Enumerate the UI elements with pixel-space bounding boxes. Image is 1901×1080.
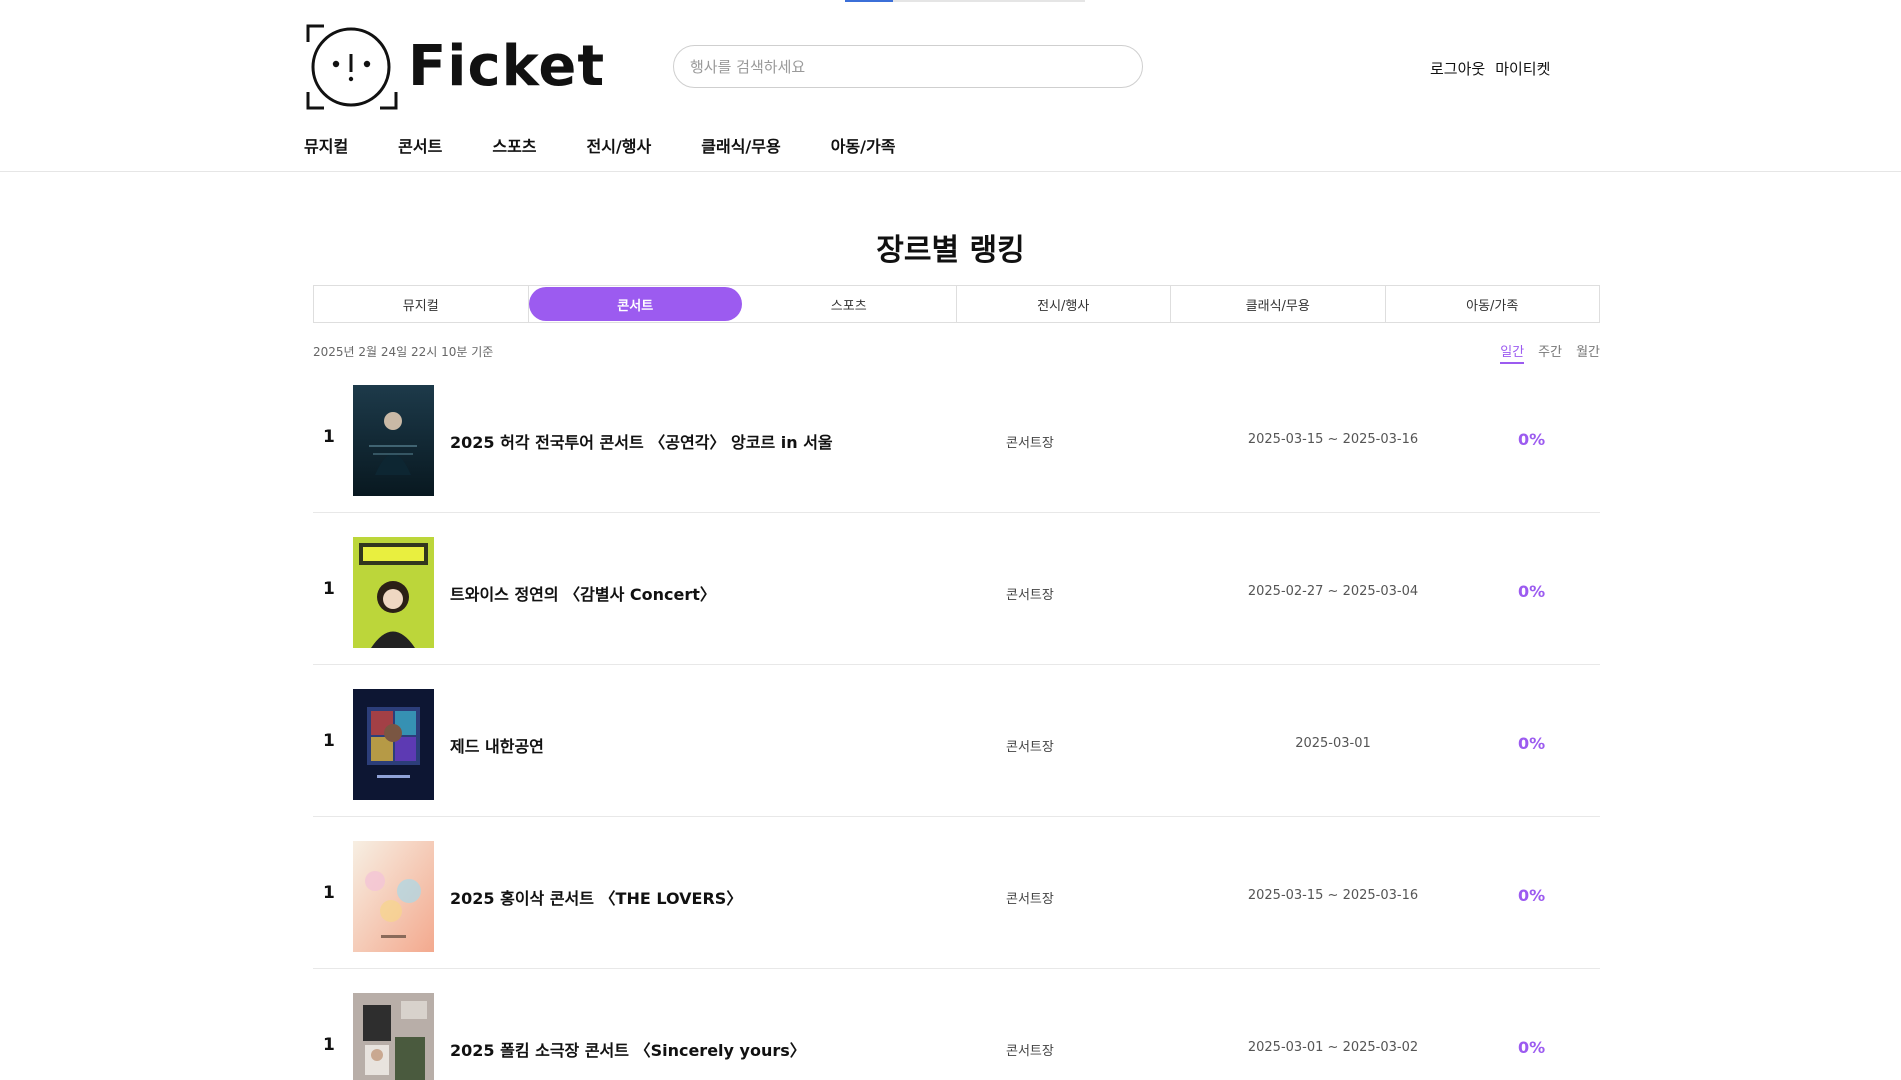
ranking-row[interactable]: 1 트와이스 정연의 〈감별사 Concert〉 콘서트장 2025-02-27…: [313, 513, 1600, 665]
rank-number: 1: [323, 883, 335, 903]
genre-tabs: 뮤지컬 콘서트 스포츠 전시/행사 클래식/무용 아동/가족: [313, 285, 1600, 323]
rank-number: 1: [323, 427, 335, 447]
search-input[interactable]: [674, 46, 1142, 87]
event-date: 2025-02-27 ~ 2025-03-04: [1247, 584, 1419, 599]
booking-rate: 0%: [1518, 582, 1546, 601]
booking-rate: 0%: [1518, 430, 1546, 449]
event-poster[interactable]: [353, 689, 434, 800]
nav-item-sports[interactable]: 스포츠: [492, 133, 536, 157]
event-title[interactable]: 2025 폴킴 소극장 콘서트 〈Sincerely yours〉: [450, 1037, 806, 1061]
rank-number: 1: [323, 731, 335, 751]
ranking-row[interactable]: 1 제드 내한공연 콘서트장 2025-03-01 0%: [313, 665, 1600, 817]
rank-number: 1: [323, 1035, 335, 1055]
event-date: 2025-03-15 ~ 2025-03-16: [1247, 888, 1419, 903]
event-title[interactable]: 제드 내한공연: [450, 733, 544, 757]
ranking-row[interactable]: 1 2025 허각 전국투어 콘서트 〈공연각〉 앙코르 in 서울 콘서트장 …: [313, 361, 1600, 513]
event-title[interactable]: 2025 허각 전국투어 콘서트 〈공연각〉 앙코르 in 서울: [450, 429, 833, 453]
event-date: 2025-03-01 ~ 2025-03-02: [1247, 1040, 1419, 1055]
nav-item-classic[interactable]: 클래식/무용: [701, 133, 780, 157]
ranking-list: 1 2025 허각 전국투어 콘서트 〈공연각〉 앙코르 in 서울 콘서트장 …: [313, 361, 1600, 1080]
event-venue: 콘서트장: [1006, 1044, 1054, 1059]
ranking-timestamp: 2025년 2월 24일 22시 10분 기준: [313, 345, 494, 359]
event-title[interactable]: 2025 홍이삭 콘서트 〈THE LOVERS〉: [450, 885, 742, 909]
page-title: 장르별 랭킹: [876, 233, 1025, 268]
nav-item-musical[interactable]: 뮤지컬: [304, 133, 348, 157]
event-venue: 콘서트장: [1006, 892, 1054, 907]
event-title[interactable]: 트와이스 정연의 〈감별사 Concert〉: [450, 581, 716, 605]
event-venue: 콘서트장: [1006, 436, 1054, 451]
nav-item-exhibition[interactable]: 전시/행사: [587, 133, 652, 157]
booking-rate: 0%: [1518, 734, 1546, 753]
event-date: 2025-03-15 ~ 2025-03-16: [1247, 432, 1419, 447]
genre-tab-family[interactable]: 아동/가족: [1386, 286, 1600, 322]
user-links: 로그아웃 마이티켓: [1430, 58, 1550, 79]
event-poster[interactable]: [353, 993, 434, 1080]
nav-item-family[interactable]: 아동/가족: [831, 133, 896, 157]
booking-rate: 0%: [1518, 1038, 1546, 1057]
event-venue: 콘서트장: [1006, 588, 1054, 603]
genre-tab-classic[interactable]: 클래식/무용: [1171, 286, 1386, 322]
face-logo-icon: [304, 24, 400, 110]
event-date: 2025-03-01: [1295, 736, 1371, 751]
genre-tab-exhibition[interactable]: 전시/행사: [957, 286, 1171, 322]
logo[interactable]: Ficket: [304, 24, 605, 110]
rank-number: 1: [323, 579, 335, 599]
event-poster[interactable]: [353, 841, 434, 952]
main-nav: 뮤지컬 콘서트 스포츠 전시/행사 클래식/무용 아동/가족: [304, 133, 945, 157]
site-header: Ficket 로그아웃 마이티켓 뮤지컬 콘서트 스포츠 전시/행사 클래식/무…: [0, 0, 1901, 172]
genre-tab-musical[interactable]: 뮤지컬: [314, 286, 529, 322]
my-ticket-link[interactable]: 마이티켓: [1495, 58, 1550, 79]
search-bar[interactable]: [673, 45, 1143, 88]
event-venue: 콘서트장: [1006, 740, 1054, 755]
logout-link[interactable]: 로그아웃: [1430, 58, 1485, 79]
genre-tab-sports[interactable]: 스포츠: [742, 286, 957, 322]
booking-rate: 0%: [1518, 886, 1546, 905]
event-poster[interactable]: [353, 385, 434, 496]
genre-tab-concert[interactable]: 콘서트: [528, 287, 742, 321]
nav-item-concert[interactable]: 콘서트: [398, 133, 442, 157]
ranking-row[interactable]: 1 2025 폴킴 소극장 콘서트 〈Sincerely yours〉 콘서트장…: [313, 969, 1600, 1080]
ranking-row[interactable]: 1 2025 홍이삭 콘서트 〈THE LOVERS〉 콘서트장 2025-03…: [313, 817, 1600, 969]
event-poster[interactable]: [353, 537, 434, 648]
logo-text: Ficket: [408, 34, 606, 99]
